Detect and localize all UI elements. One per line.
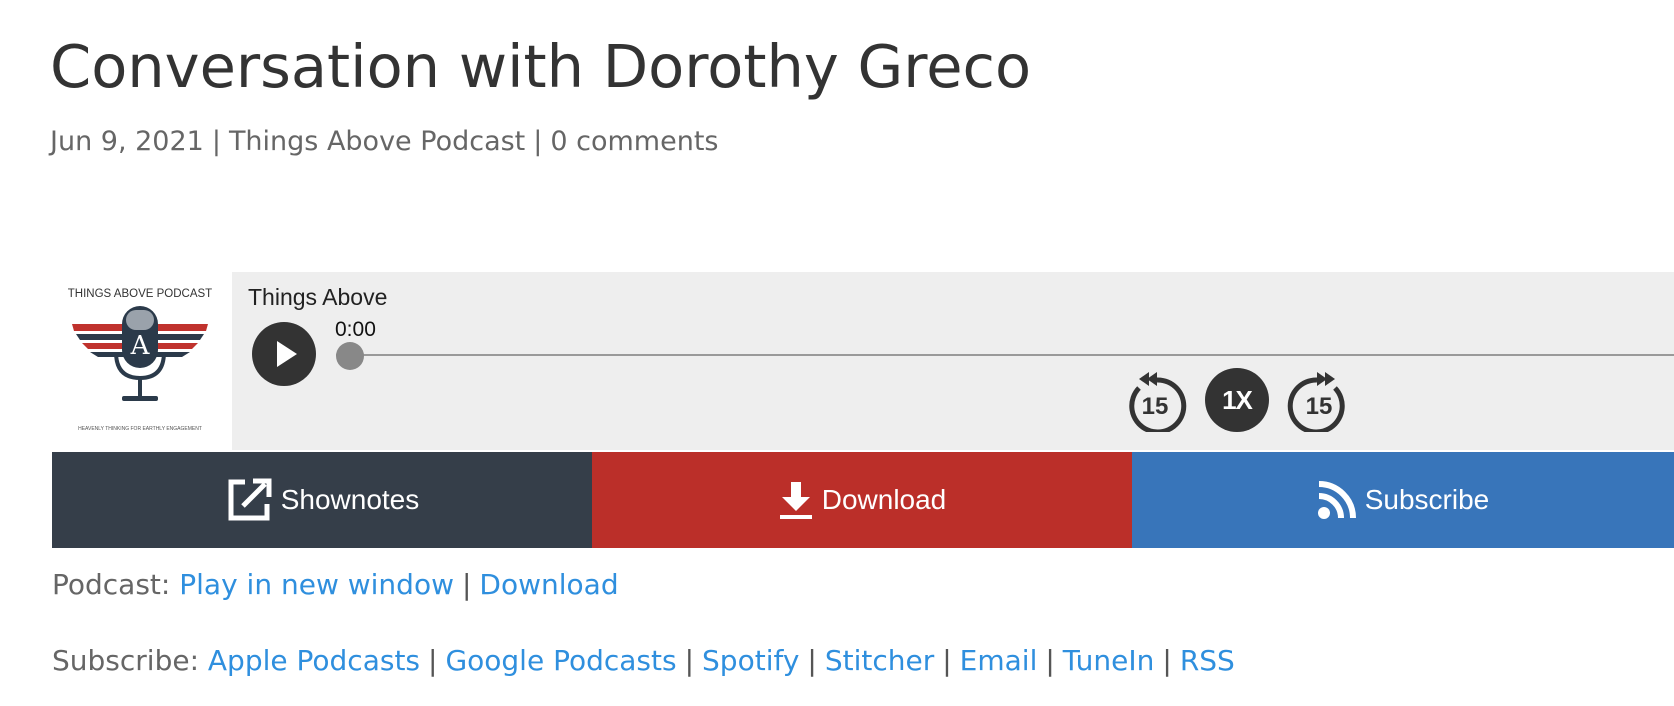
page-title: Conversation with Dorothy Greco (50, 32, 1032, 101)
podcast-label: Podcast: (52, 568, 171, 601)
play-in-new-window-link[interactable]: Play in new window (179, 568, 454, 601)
progress-handle[interactable] (336, 342, 364, 370)
rss-icon (1317, 481, 1356, 519)
svg-text:15: 15 (1306, 393, 1333, 420)
download-bar-button[interactable]: Download (592, 452, 1132, 548)
spotify-link[interactable]: Spotify (702, 644, 799, 677)
link-separator: | (684, 644, 695, 677)
rss-link[interactable]: RSS (1180, 644, 1235, 677)
category-link[interactable]: Things Above Podcast (229, 126, 525, 157)
player-show-title: Things Above (248, 284, 388, 310)
podcast-links: Podcast: Play in new window | Download (52, 568, 619, 601)
post-meta: Jun 9, 2021 | Things Above Podcast | 0 comme… (50, 126, 718, 157)
tunein-link[interactable]: TuneIn (1063, 644, 1155, 677)
subscribe-links-label: Subscribe: (52, 644, 199, 677)
subscribe-links: Subscribe: Apple Podcasts | Google Podcast… (52, 644, 1235, 677)
subscribe-label: Subscribe (1364, 484, 1490, 515)
svg-text:A: A (130, 331, 151, 361)
shownotes-label: Shownotes (280, 484, 420, 515)
google-podcasts-link[interactable]: Google Podcasts (445, 644, 676, 677)
podcast-logo-image: THINGS ABOVE PODCAST A HEAVENLY THINKING… (68, 288, 212, 432)
svg-text:THINGS ABOVE PODCAST: THINGS ABOVE PODCAST (68, 288, 212, 300)
progress-track[interactable] (336, 354, 1674, 356)
podcast-player: THINGS ABOVE PODCAST A HEAVENLY THINKING… (50, 272, 1674, 450)
playback-speed-button[interactable]: 1X (1205, 368, 1269, 432)
email-link[interactable]: Email (960, 644, 1038, 677)
forward-15-icon: 15 (1287, 372, 1345, 435)
shownotes-button[interactable]: Shownotes (52, 452, 592, 548)
play-button[interactable] (252, 322, 316, 386)
link-separator: | (807, 644, 817, 677)
rewind-15-icon: 15 (1129, 372, 1187, 435)
player-time: 0:00 (335, 318, 376, 341)
subscribe-button[interactable]: Subscribe (1132, 452, 1674, 548)
play-icon (277, 341, 297, 367)
svg-text:HEAVENLY THINKING FOR EARTHLY: HEAVENLY THINKING FOR EARTHLY ENGAGEMENT (78, 426, 202, 432)
apple-podcasts-link[interactable]: Apple Podcasts (208, 644, 420, 677)
meta-separator: | (533, 126, 543, 157)
svg-text:15: 15 (1142, 393, 1169, 420)
link-separator: | (1162, 644, 1172, 677)
stitcher-link[interactable]: Stitcher (825, 644, 934, 677)
link-separator: | (1045, 644, 1055, 677)
link-separator: | (461, 568, 472, 601)
external-link-icon (228, 478, 272, 521)
link-separator: | (428, 644, 438, 677)
download-label: Download (821, 484, 947, 515)
podcast-cover-art: THINGS ABOVE PODCAST A HEAVENLY THINKING… (50, 272, 232, 450)
forward-15-button[interactable]: 15 (1287, 364, 1351, 436)
download-icon (779, 482, 812, 519)
comments-link[interactable]: 0 comments (550, 126, 718, 157)
download-link[interactable]: Download (479, 568, 618, 601)
meta-separator: | (211, 126, 221, 157)
rewind-15-button[interactable]: 15 (1123, 364, 1187, 436)
post-date: Jun 9, 2021 (50, 126, 204, 157)
link-separator: | (942, 644, 952, 677)
